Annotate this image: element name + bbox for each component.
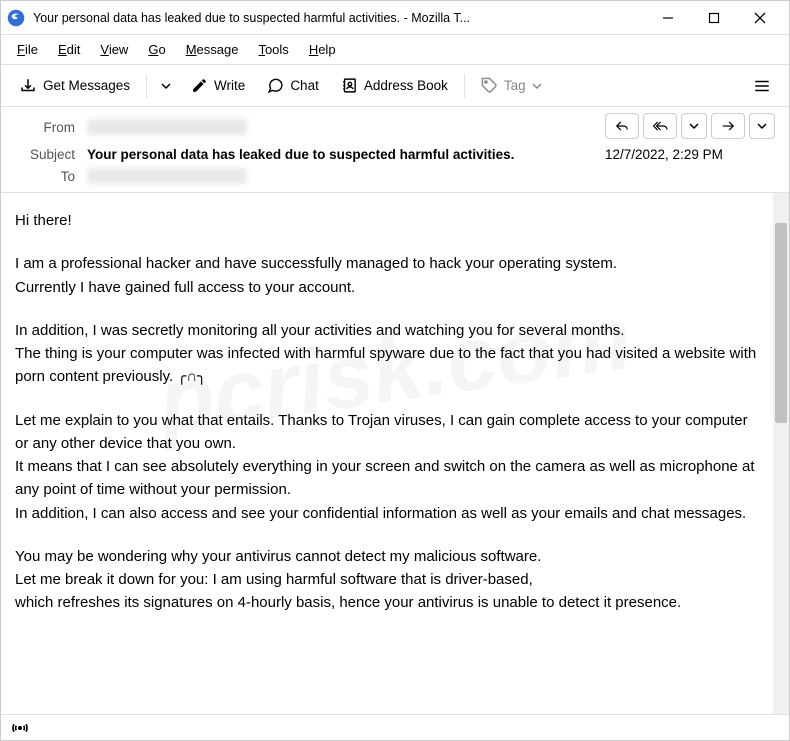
menubar: File Edit View Go Message Tools Help: [1, 35, 789, 65]
chevron-down-icon: [532, 81, 542, 91]
write-label: Write: [214, 78, 245, 93]
minimize-button[interactable]: [645, 3, 691, 33]
message-body[interactable]: Hi there! I am a professional hacker and…: [1, 193, 773, 714]
address-book-button[interactable]: Address Book: [333, 73, 456, 98]
tag-button[interactable]: Tag: [473, 73, 550, 98]
header-action-buttons: [605, 113, 775, 139]
get-messages-dropdown[interactable]: [155, 77, 177, 95]
from-value: [87, 119, 247, 135]
chat-button[interactable]: Chat: [259, 73, 327, 98]
menu-edit[interactable]: Edit: [50, 38, 88, 61]
vertical-scrollbar[interactable]: [773, 193, 789, 714]
subject-value: Your personal data has leaked due to sus…: [87, 147, 593, 162]
body-paragraph: Hi there!: [15, 209, 759, 232]
menu-help[interactable]: Help: [301, 38, 344, 61]
close-button[interactable]: [737, 3, 783, 33]
tag-icon: [481, 77, 498, 94]
maximize-button[interactable]: [691, 3, 737, 33]
get-messages-button[interactable]: Get Messages: [11, 73, 138, 99]
menu-message[interactable]: Message: [178, 38, 247, 61]
toolbar-separator: [464, 74, 465, 98]
connection-icon: [11, 721, 29, 735]
app-menu-button[interactable]: [745, 71, 779, 101]
menu-go[interactable]: Go: [140, 38, 173, 61]
reply-all-button[interactable]: [643, 113, 677, 139]
titlebar: Your personal data has leaked due to sus…: [1, 1, 789, 35]
reply-dropdown[interactable]: [681, 113, 707, 139]
body-paragraph: I am a professional hacker and have succ…: [15, 252, 759, 299]
reply-button[interactable]: [605, 113, 639, 139]
body-paragraph: You may be wondering why your antivirus …: [15, 545, 759, 615]
chat-label: Chat: [290, 78, 319, 93]
statusbar: [1, 714, 789, 740]
scrollbar-thumb[interactable]: [775, 223, 787, 423]
message-headers: From Subject Your personal data has leak…: [1, 107, 789, 193]
body-paragraph: Let me explain to you what that entails.…: [15, 409, 759, 525]
menu-view[interactable]: View: [92, 38, 136, 61]
to-label: To: [15, 169, 75, 184]
toolbar: Get Messages Write Chat Address Book: [1, 65, 789, 107]
tag-label: Tag: [504, 78, 526, 93]
subject-label: Subject: [15, 147, 75, 162]
more-actions-dropdown[interactable]: [749, 113, 775, 139]
get-messages-label: Get Messages: [43, 78, 130, 93]
email-window: pcrisk.com Your personal data has leaked…: [0, 0, 790, 741]
thunderbird-icon: [7, 9, 25, 27]
toolbar-separator: [146, 74, 147, 98]
address-book-label: Address Book: [364, 78, 448, 93]
to-value: [87, 168, 247, 184]
body-paragraph: In addition, I was secretly monitoring a…: [15, 319, 759, 389]
download-icon: [19, 77, 37, 95]
write-button[interactable]: Write: [183, 73, 253, 98]
menu-tools[interactable]: Tools: [250, 38, 296, 61]
message-body-area: Hi there! I am a professional hacker and…: [1, 193, 789, 714]
chat-icon: [267, 77, 284, 94]
message-date: 12/7/2022, 2:29 PM: [605, 147, 775, 162]
forward-button[interactable]: [711, 113, 745, 139]
from-label: From: [15, 120, 75, 135]
menu-file[interactable]: File: [9, 38, 46, 61]
window-title: Your personal data has leaked due to sus…: [33, 11, 645, 25]
window-controls: [645, 3, 783, 33]
address-book-icon: [341, 77, 358, 94]
pencil-icon: [191, 77, 208, 94]
